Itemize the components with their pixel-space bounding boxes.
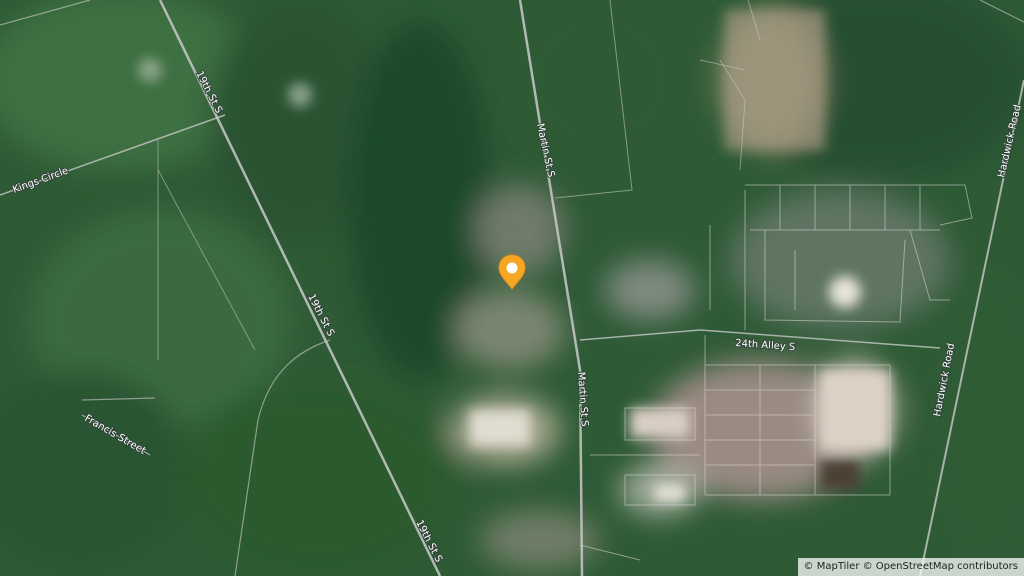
location-pin-icon[interactable]	[496, 254, 528, 290]
location-pin-shape	[498, 254, 526, 290]
map-attribution[interactable]: © MapTiler © OpenStreetMap contributors	[797, 558, 1024, 576]
map-canvas[interactable]: 19th St S 19th St S 19th St S Kings Circ…	[0, 0, 1024, 576]
